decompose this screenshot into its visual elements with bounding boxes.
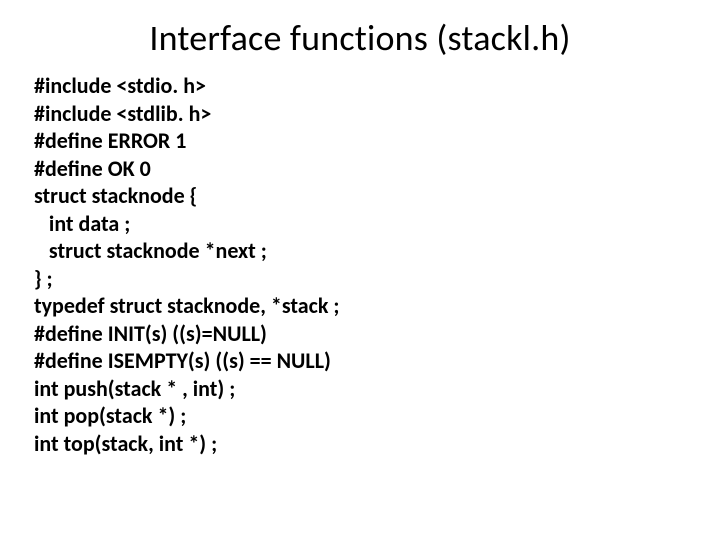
code-block: #include <stdio. h> #include <stdlib. h>… bbox=[34, 72, 339, 457]
slide: Interface functions (stackl.h) #include … bbox=[0, 0, 720, 540]
slide-title: Interface functions (stackl.h) bbox=[0, 16, 720, 60]
